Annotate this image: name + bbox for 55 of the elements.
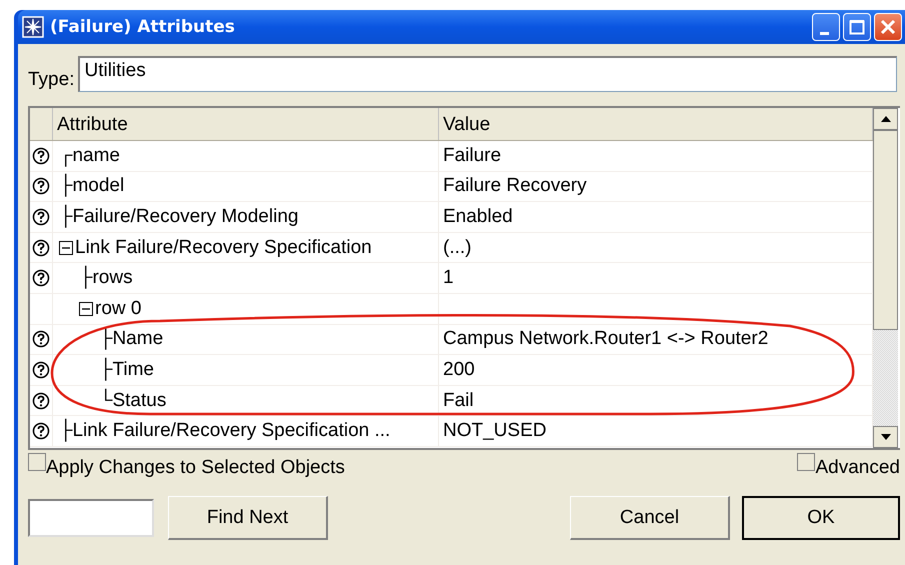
attribute-value[interactable]: Enabled [443,206,513,228]
attribute-value[interactable]: (...) [443,236,472,259]
star-icon [22,16,44,38]
maximize-icon [849,19,865,35]
attribute-name: ┌name [59,144,120,167]
minimize-icon [820,32,828,34]
ok-button[interactable]: OK [742,496,900,540]
checkbox-label: Apply Changes to Selected Objects [46,457,345,479]
scroll-thumb[interactable] [873,130,898,330]
attribute-value[interactable]: 200 [443,358,475,381]
checkbox-label: Advanced [815,457,900,479]
attribute-name: ├Failure/Recovery Modeling [59,206,298,228]
attribute-name: ├model [59,175,124,198]
close-icon [880,19,896,35]
help-icon[interactable] [32,146,50,165]
cancel-button[interactable]: Cancel [570,496,730,540]
attribute-value[interactable]: Campus Network.Router1 <-> Router2 [443,328,768,350]
help-icon[interactable] [32,330,50,348]
checkbox[interactable] [797,453,816,471]
attribute-name: ├rows [79,267,133,290]
collapse-icon[interactable] [79,302,93,316]
attribute-value[interactable]: Fail [443,390,474,412]
help-icon[interactable] [32,360,50,379]
down-arrow-icon [880,433,892,441]
attribute-value[interactable]: NOT_USED [443,420,546,442]
find-button[interactable]: Find Next [168,496,328,540]
type-field[interactable]: Utilities [78,56,897,92]
attribute-name: ├Link Failure/Recovery Specification ... [59,420,390,442]
column-header[interactable]: Attribute [53,108,439,140]
scroll-up-button[interactable] [873,108,898,130]
up-arrow-icon [880,115,892,123]
attribute-name: row 0 [95,298,142,320]
help-icon[interactable] [32,238,50,257]
attribute-name: ├Time [99,358,154,381]
help-icon[interactable] [32,392,50,410]
help-icon[interactable] [32,177,50,196]
checkbox[interactable] [28,453,46,471]
attribute-name: Link Failure/Recovery Specification [75,236,372,259]
type-label: Type: [28,69,74,91]
attribute-name: ├Name [99,328,164,350]
window-title: (Failure) Attributes [50,17,236,37]
scrollbar[interactable] [873,108,898,448]
help-icon[interactable] [32,422,50,440]
close-button[interactable] [874,13,902,41]
maximize-button[interactable] [843,13,871,41]
collapse-icon[interactable] [59,240,73,255]
minimize-button[interactable] [812,13,840,41]
help-icon[interactable] [32,269,50,288]
attribute-value[interactable]: Failure Recovery [443,175,587,198]
attribute-value[interactable]: 1 [443,267,454,290]
find-field[interactable] [28,499,154,537]
attribute-value[interactable]: Failure [443,144,502,167]
attribute-name: └Status [99,390,166,412]
scroll-down-button[interactable] [873,426,898,448]
help-icon[interactable] [32,208,50,226]
